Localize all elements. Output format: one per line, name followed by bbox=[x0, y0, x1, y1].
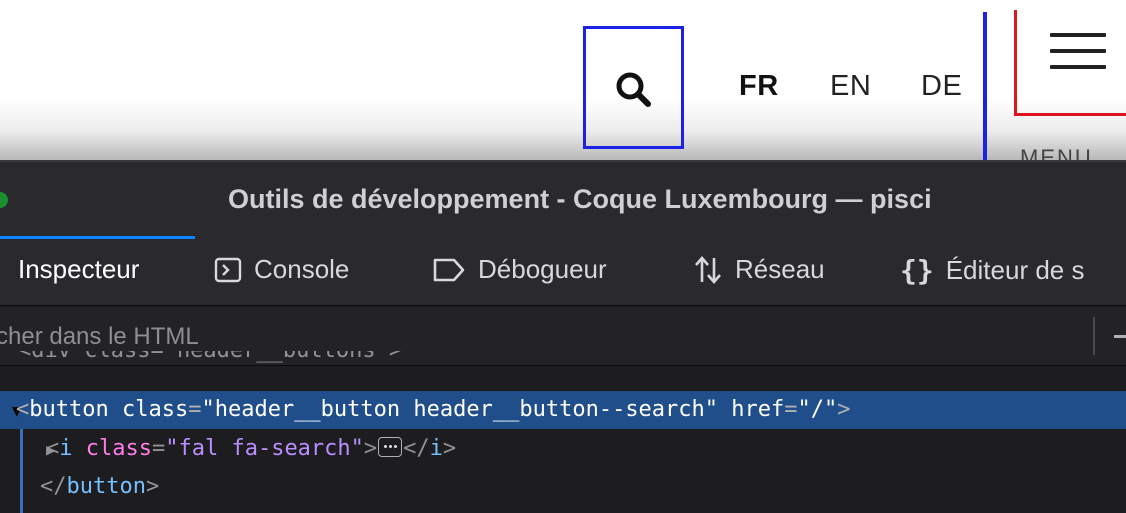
tab-label: Inspecteur bbox=[18, 254, 140, 284]
site-header: FR EN DE MENU bbox=[0, 0, 1126, 160]
window-title: Outils de développement - Coque Luxembou… bbox=[228, 184, 932, 214]
tab-network[interactable]: Réseau bbox=[693, 254, 825, 285]
language-en[interactable]: EN bbox=[830, 70, 871, 103]
tab-console[interactable]: Console bbox=[214, 254, 349, 285]
devtools-panel: Outils de développement - Coque Luxembou… bbox=[0, 160, 1126, 513]
highlight-divider bbox=[983, 12, 987, 160]
collapse-toggle-icon[interactable]: ▶ bbox=[0, 432, 56, 468]
hamburger-icon[interactable] bbox=[1050, 33, 1106, 71]
network-icon bbox=[693, 255, 723, 285]
window-control-dot[interactable] bbox=[0, 192, 8, 208]
ellipsis-icon[interactable] bbox=[378, 437, 403, 457]
console-icon bbox=[214, 256, 242, 284]
tab-label: Console bbox=[254, 254, 350, 284]
expand-toggle-icon[interactable]: ▼ bbox=[0, 392, 22, 430]
tab-label: Débogueur bbox=[478, 254, 607, 284]
tab-label: Éditeur de s bbox=[945, 255, 1085, 285]
braces-icon: {} bbox=[900, 254, 934, 287]
active-tab-indicator bbox=[0, 236, 195, 239]
search-separator bbox=[1093, 317, 1095, 355]
tab-label: Réseau bbox=[735, 254, 825, 284]
toolbar-button-partial[interactable] bbox=[1114, 335, 1126, 338]
markup-view: <div class="header__buttons"> ▼<button c… bbox=[0, 351, 1126, 513]
tab-style-editor[interactable]: {} Éditeur de s bbox=[900, 254, 1084, 287]
language-de[interactable]: DE bbox=[921, 70, 962, 103]
markup-line-selected[interactable]: ▼<button class="header__button header__b… bbox=[0, 391, 1126, 429]
language-fr[interactable]: FR bbox=[739, 70, 779, 103]
search-icon bbox=[616, 72, 651, 107]
menu-label: MENU bbox=[1020, 145, 1093, 160]
devtools-tabbar: Inspecteur Console Débogueur Réseau {} É… bbox=[0, 236, 1126, 306]
markup-line-child[interactable]: ▶<i class="fal fa-search"> </i> bbox=[0, 431, 1126, 467]
markup-line-close[interactable]: </button> bbox=[0, 469, 1126, 505]
devtools-title-bar: Outils de développement - Coque Luxembou… bbox=[0, 160, 1126, 236]
search-button[interactable] bbox=[583, 26, 684, 149]
markup-line-parent[interactable]: <div class="header__buttons"> bbox=[0, 351, 1126, 375]
debugger-icon bbox=[432, 256, 466, 284]
tab-inspector[interactable]: Inspecteur bbox=[18, 254, 139, 285]
tab-debugger[interactable]: Débogueur bbox=[432, 254, 607, 285]
html-search-input[interactable] bbox=[0, 321, 1076, 353]
